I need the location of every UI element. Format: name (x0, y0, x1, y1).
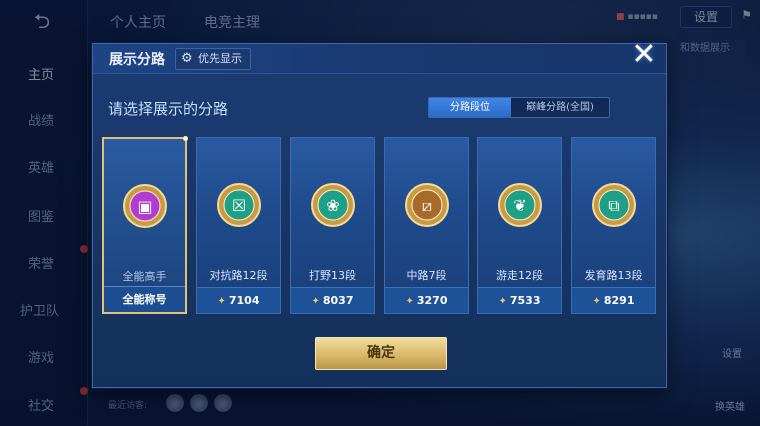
score-points-icon: ✦ (498, 296, 507, 307)
score-points-icon: ✦ (311, 296, 320, 307)
svg-text:⧉: ⧉ (608, 196, 619, 215)
lane-card-value: 8037 (322, 294, 354, 307)
score-points-icon: ✦ (217, 296, 226, 307)
lane-card-value: 全能称号 (122, 293, 167, 306)
close-x-icon[interactable]: ✕ (627, 38, 661, 72)
lane-card-label: 发育路13段 (584, 269, 643, 282)
dialog-title: 展示分路 (109, 52, 165, 68)
select-lane-prompt: 请选择展示的分路 (108, 100, 229, 118)
lane-card-value: 7533 (509, 294, 541, 307)
svg-text:▣: ▣ (137, 197, 152, 216)
confirm-button[interactable]: 确定 (315, 337, 447, 370)
lane-card[interactable]: ⧄ 中路7段 ✦ 3270 (384, 137, 469, 314)
lane-card-label: 打野13段 (309, 269, 356, 282)
lane-card-score: ✦ 3270 (385, 287, 468, 313)
mid-lane-emblem-icon: ⧄ (404, 183, 449, 227)
lane-display-dialog: 展示分路 ⚙ 优先显示 请选择展示的分路 分路段位 巅峰分路(全国) ▣ 全能高手… (92, 43, 667, 388)
roam-emblem-icon: ❦ (497, 183, 542, 227)
dialog-header: 展示分路 ⚙ 优先显示 (93, 44, 666, 74)
tab-peak-lane[interactable]: 巅峰分路(全国) (511, 98, 609, 117)
selected-corner-marker (183, 136, 188, 141)
tab-lane-rank[interactable]: 分路段位 (429, 98, 511, 117)
priority-display-button[interactable]: ⚙ 优先显示 (175, 48, 251, 70)
lane-card[interactable]: ⧉ 发育路13段 ✦ 8291 (571, 137, 656, 314)
farm-lane-emblem-icon: ⧉ (591, 183, 636, 227)
score-points-icon: ✦ (405, 296, 414, 307)
jungle-emblem-icon: ❀ (310, 183, 355, 227)
lane-card-label: 对抗路12段 (209, 269, 268, 282)
lane-card[interactable]: ▣ 全能高手全能称号 (102, 136, 188, 314)
lane-card-value: 8291 (603, 294, 635, 307)
lane-card[interactable]: ☒ 对抗路12段 ✦ 7104 (196, 137, 281, 314)
lane-card-label: 游走12段 (496, 269, 543, 282)
lane-card[interactable]: ❀ 打野13段 ✦ 8037 (290, 137, 375, 314)
priority-display-label: 优先显示 (198, 52, 242, 65)
svg-text:☒: ☒ (231, 196, 245, 215)
lane-card-label: 全能高手 (122, 270, 167, 283)
svg-text:❀: ❀ (326, 196, 339, 215)
svg-text:⧄: ⧄ (421, 196, 431, 215)
clash-lane-emblem-icon: ☒ (216, 183, 261, 227)
score-points-icon: ✦ (592, 296, 601, 307)
lane-mode-toggle: 分路段位 巅峰分路(全国) (428, 97, 610, 118)
lane-card-score: 全能称号 (104, 286, 185, 312)
svg-text:❦: ❦ (513, 196, 526, 215)
lane-card-score: ✦ 7104 (197, 287, 280, 313)
lane-card[interactable]: ❦ 游走12段 ✦ 7533 (477, 137, 562, 314)
gear-icon: ⚙ (181, 51, 193, 66)
all-round-emblem-icon: ▣ (122, 184, 167, 228)
lane-card-value: 7104 (228, 294, 260, 307)
lane-card-score: ✦ 8037 (291, 287, 374, 313)
lane-card-score: ✦ 8291 (572, 287, 655, 313)
lane-card-score: ✦ 7533 (478, 287, 561, 313)
lane-card-value: 3270 (416, 294, 448, 307)
lane-card-label: 中路7段 (406, 269, 447, 282)
